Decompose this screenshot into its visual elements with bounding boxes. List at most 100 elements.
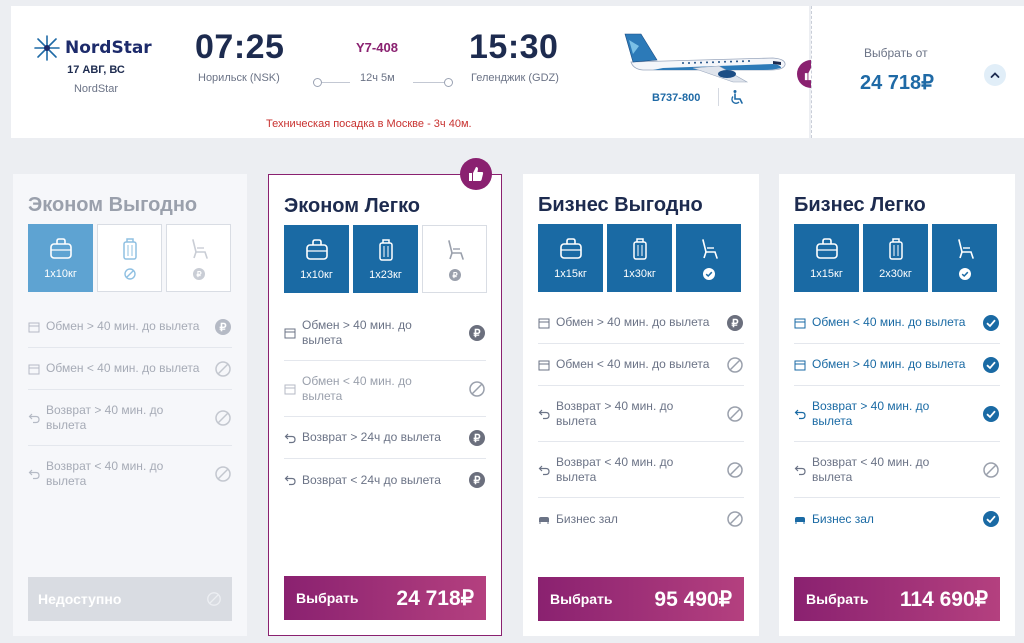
baggage-options: 1x10кг 1x23кг ₽ bbox=[284, 225, 487, 293]
option-row: Обмен < 40 мин. до вылета bbox=[538, 344, 744, 386]
button-label: Выбрать bbox=[296, 590, 359, 606]
paid-icon: ₽ bbox=[448, 269, 461, 281]
option-text: Возврат < 40 мин. до вылета bbox=[46, 459, 164, 488]
select-tariff-button[interactable]: Выбрать 24 718₽ bbox=[284, 576, 486, 620]
not-included-icon bbox=[215, 409, 231, 426]
tariff-card-economy-saver: Эконом Выгодно 1x10кг ₽ Обмен > 40 мин. … bbox=[13, 174, 247, 636]
button-label: Выбрать bbox=[806, 591, 869, 607]
bag-label: 1x15кг bbox=[554, 268, 587, 280]
nordstar-star-icon bbox=[34, 35, 60, 61]
return-icon bbox=[28, 413, 40, 423]
handbag-allowance: 1x10кг bbox=[284, 225, 349, 293]
not-included-icon bbox=[207, 592, 221, 606]
return-icon bbox=[538, 409, 550, 419]
option-row: Обмен < 40 мин. до вылета bbox=[284, 361, 486, 417]
tariff-card-business-light: Бизнес Легко 1x15кг 2x30кг Обмен < 40 ми… bbox=[779, 174, 1015, 636]
option-text: Возврат < 40 мин. до вылета bbox=[812, 454, 930, 484]
not-included-icon bbox=[727, 405, 743, 422]
calendar-icon bbox=[538, 318, 550, 328]
route-start-dot bbox=[313, 78, 322, 87]
option-text: Возврат > 40 мин. до вылета bbox=[46, 402, 164, 432]
option-row: Обмен > 40 мин. до вылета bbox=[794, 344, 1000, 386]
suitcase-allowance bbox=[97, 224, 162, 292]
divider bbox=[718, 88, 719, 106]
collapse-button[interactable] bbox=[984, 64, 1006, 86]
svg-text:₽: ₽ bbox=[732, 318, 739, 330]
button-label: Недоступно bbox=[38, 591, 122, 607]
tariff-title: Бизнес Выгодно bbox=[538, 194, 703, 216]
return-icon bbox=[538, 465, 550, 475]
recommended-badge bbox=[460, 158, 492, 190]
tariff-options: Обмен > 40 мин. до вылета ₽ Обмен < 40 м… bbox=[284, 305, 486, 501]
option-text: Обмен > 40 мин. до вылета bbox=[812, 357, 966, 371]
option-text: Бизнес зал bbox=[812, 511, 874, 526]
handbag-icon bbox=[559, 238, 582, 259]
included-check-icon bbox=[983, 405, 999, 422]
option-row: Возврат > 24ч до вылета ₽ bbox=[284, 417, 486, 459]
calendar-icon bbox=[794, 360, 806, 370]
suitcase-allowance: 1x23кг bbox=[353, 225, 418, 293]
bag-label: 2x30кг bbox=[879, 268, 912, 280]
svg-text:₽: ₽ bbox=[474, 328, 481, 340]
not-included-icon bbox=[727, 511, 743, 527]
not-included-icon bbox=[469, 380, 485, 397]
price-panel: Выбрать от 24 718₽ bbox=[811, 6, 1024, 138]
return-icon bbox=[28, 469, 40, 480]
option-text: Обмен < 40 мин. до вылета bbox=[46, 361, 200, 375]
flight-card: NordStar 17 АВГ, ВС NordStar 07:25 Норил… bbox=[11, 6, 809, 138]
handbag-icon bbox=[305, 239, 328, 260]
bag-label: 1x23кг bbox=[369, 269, 402, 281]
not-included-icon bbox=[123, 268, 136, 280]
arrival-time: 15:30 bbox=[469, 28, 559, 66]
option-row: Обмен < 40 мин. до вылета bbox=[28, 348, 232, 390]
suitcase-icon bbox=[888, 238, 903, 260]
calendar-icon bbox=[794, 318, 806, 328]
select-tariff-button[interactable]: Выбрать 95 490₽ bbox=[538, 577, 744, 621]
suitcase-icon bbox=[378, 239, 393, 261]
baggage-options: 1x10кг ₽ bbox=[28, 224, 231, 292]
handbag-allowance: 1x15кг bbox=[794, 224, 859, 292]
svg-text:₽: ₽ bbox=[452, 271, 457, 280]
option-row: Возврат > 40 мин. до вылета bbox=[538, 386, 744, 442]
included-check-icon bbox=[958, 268, 971, 280]
unavailable-button: Недоступно bbox=[28, 577, 232, 621]
aircraft-image bbox=[624, 33, 786, 83]
airline-name: NordStar bbox=[73, 83, 119, 95]
flight-date: 17 АВГ, ВС bbox=[67, 64, 125, 76]
departure-time: 07:25 bbox=[195, 28, 285, 66]
paid-icon: ₽ bbox=[192, 268, 205, 280]
seat-icon bbox=[957, 239, 974, 259]
option-text: Бизнес зал bbox=[556, 511, 618, 526]
paid-icon: ₽ bbox=[469, 324, 485, 341]
seat-icon bbox=[191, 239, 208, 259]
paid-icon: ₽ bbox=[469, 429, 485, 446]
option-text: Возврат < 40 мин. до вылета bbox=[556, 454, 674, 484]
not-included-icon bbox=[215, 360, 231, 377]
seat-choice bbox=[932, 224, 997, 292]
svg-text:₽: ₽ bbox=[474, 433, 481, 445]
seat-icon bbox=[701, 239, 718, 259]
flight-number[interactable]: Y7-408 bbox=[356, 40, 398, 55]
select-tariff-button[interactable]: Выбрать 114 690₽ bbox=[794, 577, 1000, 621]
baggage-options: 1x15кг 2x30кг bbox=[794, 224, 997, 292]
tariff-title: Эконом Выгодно bbox=[28, 194, 198, 216]
button-label: Выбрать bbox=[550, 591, 613, 607]
option-text: Возврат > 40 мин. до вылета bbox=[556, 398, 674, 428]
not-included-icon bbox=[727, 356, 743, 373]
option-row: Возврат < 40 мин. до вылета bbox=[794, 442, 1000, 498]
bag-label: 1x30кг bbox=[623, 268, 656, 280]
tariff-card-economy-light: Эконом Легко 1x10кг 1x23кг ₽ Обмен > 40 … bbox=[268, 174, 502, 636]
paid-icon: ₽ bbox=[469, 472, 485, 488]
option-row: Возврат < 24ч до вылета ₽ bbox=[284, 459, 486, 501]
option-text: Обмен > 40 мин. до вылета bbox=[302, 317, 412, 347]
option-row: Обмен < 40 мин. до вылета bbox=[794, 302, 1000, 344]
tariff-options: Обмен > 40 мин. до вылета ₽ Обмен < 40 м… bbox=[28, 306, 232, 502]
return-icon bbox=[794, 465, 806, 475]
return-icon bbox=[284, 475, 296, 486]
calendar-icon bbox=[284, 384, 296, 394]
svg-text:₽: ₽ bbox=[220, 322, 227, 334]
bag-label: 1x15кг bbox=[810, 268, 843, 280]
seat-choice: ₽ bbox=[422, 225, 487, 293]
handbag-icon bbox=[815, 238, 838, 259]
option-row: Обмен > 40 мин. до вылета ₽ bbox=[538, 302, 744, 344]
